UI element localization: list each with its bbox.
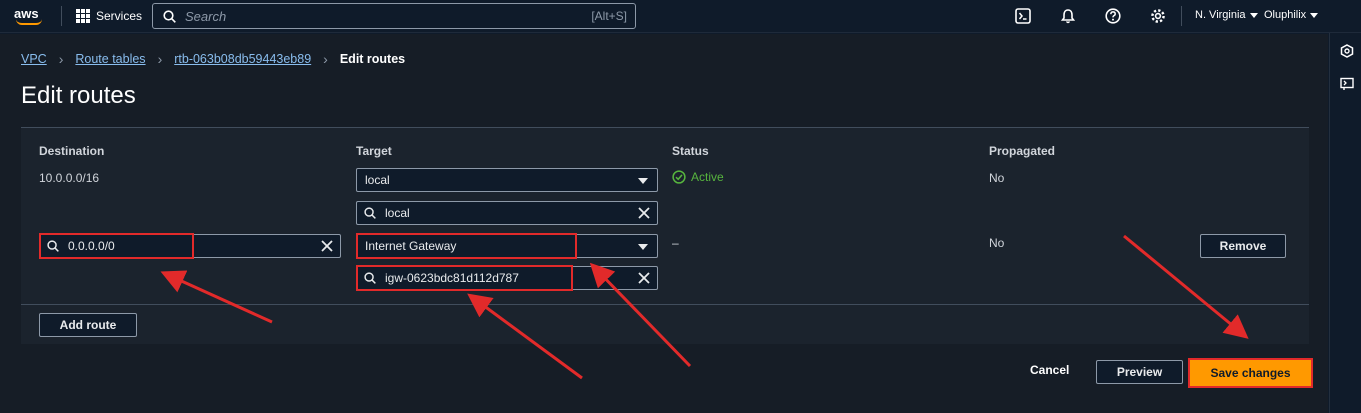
column-header-status: Status: [672, 144, 709, 158]
region-selector[interactable]: N. Virginia: [1195, 9, 1258, 21]
search-shortcut: [Alt+S]: [591, 9, 627, 23]
route1-propagated: No: [989, 171, 1005, 185]
breadcrumb-current: Edit routes: [339, 52, 406, 66]
caret-down-icon: [1310, 12, 1319, 18]
clear-icon[interactable]: [320, 239, 334, 253]
divider: [1181, 6, 1182, 26]
help-icon[interactable]: [1105, 8, 1121, 24]
region-label: N. Virginia: [1195, 9, 1246, 21]
route1-target-type-select[interactable]: local: [356, 168, 658, 192]
routes-panel: Destination Target Status Propagated 10.…: [21, 127, 1309, 344]
aws-logo[interactable]: aws: [14, 6, 48, 26]
breadcrumb-vpc[interactable]: VPC: [21, 52, 47, 66]
breadcrumb: VPC › Route tables › rtb-063b08db59443eb…: [21, 51, 405, 67]
breadcrumb-route-tables[interactable]: Route tables: [75, 52, 145, 66]
search-placeholder: Search: [185, 9, 227, 24]
services-menu[interactable]: Services: [76, 6, 142, 26]
cloudshell-icon[interactable]: [1015, 8, 1031, 24]
caret-down-icon: [638, 178, 648, 184]
search-input[interactable]: Search [Alt+S]: [152, 3, 636, 29]
preview-button[interactable]: Preview: [1096, 360, 1183, 384]
save-changes-button[interactable]: Save changes: [1188, 358, 1313, 388]
grid-icon: [76, 9, 90, 23]
top-nav-bar: aws Services Search [Alt+S] N. Virginia …: [0, 0, 1361, 33]
annotation-highlight: [356, 265, 573, 291]
main-content: VPC › Route tables › rtb-063b08db59443eb…: [0, 34, 1328, 413]
annotation-highlight: [39, 233, 194, 259]
route1-target-value: local: [385, 206, 410, 220]
right-tools-rail: [1329, 33, 1361, 413]
panel-footer: Add route: [21, 304, 1309, 345]
route1-status: Active: [672, 170, 724, 184]
search-icon: [364, 207, 376, 219]
divider: [61, 6, 62, 26]
check-circle-icon: [672, 170, 686, 184]
feedback-icon[interactable]: [1340, 77, 1354, 91]
gear-icon[interactable]: [1150, 8, 1166, 24]
column-header-destination: Destination: [39, 144, 105, 158]
aws-smile-icon: [16, 19, 42, 25]
chevron-right-icon: ›: [58, 51, 64, 67]
remove-route-button[interactable]: Remove: [1200, 234, 1286, 258]
search-icon: [163, 10, 176, 23]
column-header-target: Target: [356, 144, 392, 158]
caret-down-icon: [638, 244, 648, 250]
settings-hexagon-icon[interactable]: [1340, 44, 1354, 58]
account-name: Oluphilix: [1264, 9, 1307, 21]
services-label: Services: [96, 9, 143, 23]
route1-target-type-value: local: [365, 173, 390, 187]
cancel-button[interactable]: Cancel: [1030, 363, 1069, 377]
account-menu[interactable]: Oluphilix: [1264, 9, 1319, 21]
route1-status-label: Active: [691, 170, 724, 184]
route2-status: –: [672, 236, 679, 250]
chevron-right-icon: ›: [323, 51, 328, 67]
column-header-propagated: Propagated: [989, 144, 1056, 158]
chevron-right-icon: ›: [157, 51, 163, 67]
bell-icon[interactable]: [1060, 8, 1076, 24]
page-title: Edit routes: [21, 82, 136, 109]
annotation-highlight: [356, 233, 577, 259]
clear-icon[interactable]: [637, 206, 651, 220]
route1-destination: 10.0.0.0/16: [39, 171, 100, 185]
route2-propagated: No: [989, 236, 1005, 250]
caret-down-icon: [1249, 12, 1258, 18]
route1-target-search[interactable]: local: [356, 201, 658, 225]
clear-icon[interactable]: [637, 271, 651, 285]
add-route-button[interactable]: Add route: [39, 313, 137, 337]
breadcrumb-route-table-id[interactable]: rtb-063b08db59443eb89: [174, 52, 311, 66]
